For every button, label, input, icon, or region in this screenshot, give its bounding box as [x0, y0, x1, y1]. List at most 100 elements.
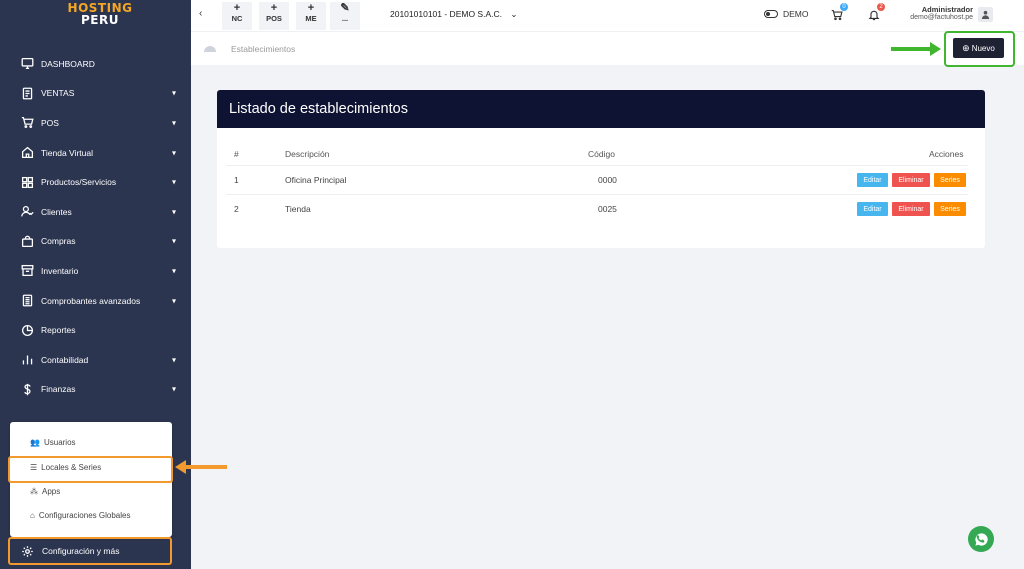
table-divider: [226, 194, 968, 195]
submenu-item-label: Apps: [42, 487, 61, 496]
edit-button[interactable]: Editar: [857, 202, 888, 216]
chevron-down-icon: ▾: [171, 207, 176, 217]
submenu-item-label: Configuraciones Globales: [38, 511, 131, 520]
orange-arrow-icon: [175, 460, 227, 474]
sidebar-item-configuracion[interactable]: Configuración y más: [8, 537, 172, 565]
chevron-down-icon: ⌄: [510, 9, 518, 19]
submenu-item-usuarios[interactable]: 👥 Usuarios: [30, 438, 76, 447]
delete-button[interactable]: Eliminar: [892, 173, 930, 187]
chevron-down-icon: ▾: [171, 88, 176, 98]
bag-icon: [20, 234, 34, 248]
sidebar-item-label: POS: [41, 117, 59, 128]
cell-code: 0000: [598, 175, 617, 185]
users-icon: 👥: [30, 438, 40, 447]
sidebar-item-label: VENTAS: [41, 88, 75, 99]
quick-button-label: NC: [231, 14, 243, 23]
quick-me-button[interactable]: + ME: [296, 2, 326, 30]
sidebar-item-dashboard[interactable]: DASHBOARD: [0, 49, 191, 79]
whatsapp-icon: [974, 532, 988, 546]
whatsapp-button[interactable]: [968, 526, 994, 552]
sidebar-item-finanzas[interactable]: Finanzas ▾: [0, 375, 191, 405]
pencil-icon: ✎: [340, 2, 350, 14]
document-icon: [20, 86, 34, 100]
top-bar: ‹ + NC + POS + ME ✎ ... 20101010101 - DE…: [191, 0, 1024, 31]
company-select[interactable]: 20101010101 - DEMO S.A.C. ⌄: [390, 9, 517, 20]
delete-button[interactable]: Eliminar: [892, 202, 930, 216]
cell-description: Tienda: [285, 204, 311, 214]
sidebar: HOSTING PERU DASHBOARD VENTAS ▾ POS ▾ Ti…: [0, 0, 191, 569]
grid-icon: [20, 175, 34, 189]
cell-num: 2: [234, 204, 239, 214]
cart-icon: [831, 9, 843, 21]
breadcrumb-current: Establecimientos: [231, 44, 296, 54]
series-button[interactable]: Series: [934, 173, 966, 187]
column-header-actions: Acciones: [929, 149, 964, 159]
quick-button-label: ME: [305, 14, 317, 23]
bell-icon: [868, 10, 880, 21]
new-button[interactable]: ⊕ Nuevo: [953, 38, 1004, 58]
user-info[interactable]: Administrador demo@factuhost.pe: [898, 5, 973, 21]
dashboard-gauge-icon: [204, 46, 216, 52]
toggle-icon: [764, 10, 778, 18]
demo-label: DEMO: [783, 9, 809, 19]
submenu-item-label: Usuarios: [43, 438, 76, 447]
archive-icon: [20, 264, 34, 278]
user-icon: [20, 205, 34, 219]
cell-description: Oficina Principal: [285, 175, 347, 185]
dollar-icon: [20, 382, 34, 396]
plus-icon: +: [307, 2, 315, 14]
chevron-down-icon: ▾: [171, 148, 176, 158]
card-header: Listado de establecimientos: [217, 90, 985, 128]
column-header-code: Código: [588, 149, 615, 159]
sidebar-item-label: Comprobantes avanzados: [41, 295, 141, 306]
sidebar-item-label: Finanzas: [41, 384, 76, 395]
sidebar-item-ventas[interactable]: VENTAS ▾: [0, 79, 191, 109]
sidebar-item-contabilidad[interactable]: Contabilidad ▾: [0, 345, 191, 375]
new-button-label: Nuevo: [971, 43, 995, 53]
establishments-card: Listado de establecimientos: [217, 90, 985, 248]
table-divider: [226, 165, 968, 166]
sidebar-item-inventario[interactable]: Inventario ▾: [0, 256, 191, 286]
submenu-item-configuraciones-globales[interactable]: ⌂ Configuraciones Globales: [30, 511, 130, 520]
chevron-down-icon: ▾: [171, 118, 176, 128]
column-header-num: #: [234, 149, 239, 159]
sidebar-item-label: DASHBOARD: [41, 58, 95, 69]
quick-button-label: POS: [266, 14, 282, 23]
chevron-down-icon: ▾: [171, 296, 176, 306]
quick-pos-button[interactable]: + POS: [259, 2, 289, 30]
sidebar-item-label: Tienda Virtual: [41, 147, 93, 158]
demo-toggle[interactable]: DEMO: [764, 9, 809, 19]
avatar[interactable]: [978, 7, 993, 22]
apps-icon: ⁂: [30, 487, 38, 496]
user-icon: [981, 10, 990, 19]
cart-button[interactable]: 0: [831, 3, 848, 26]
sidebar-item-pos[interactable]: POS ▾: [0, 108, 191, 138]
quick-nc-button[interactable]: + NC: [222, 2, 252, 30]
sidebar-item-clientes[interactable]: Clientes ▾: [0, 197, 191, 227]
sidebar-item-label: Clientes: [41, 206, 72, 217]
sidebar-item-productos[interactable]: Productos/Servicios ▾: [0, 167, 191, 197]
submenu-item-apps[interactable]: ⁂ Apps: [30, 487, 60, 496]
green-arrow-icon: [891, 42, 941, 56]
highlight-box-locales-series: [8, 456, 173, 483]
sidebar-item-reportes[interactable]: Reportes: [0, 315, 191, 345]
plus-icon: +: [270, 2, 278, 14]
chevron-left-icon[interactable]: ‹: [199, 8, 202, 19]
edit-button[interactable]: Editar: [857, 173, 888, 187]
monitor-icon: [20, 57, 34, 71]
cell-num: 1: [234, 175, 239, 185]
sidebar-item-compras[interactable]: Compras ▾: [0, 227, 191, 257]
home-icon: [20, 146, 34, 160]
notifications-button[interactable]: 2: [868, 3, 885, 26]
sidebar-item-label: Contabilidad: [41, 354, 89, 365]
logo[interactable]: HOSTING PERU: [60, 2, 140, 26]
series-button[interactable]: Series: [934, 202, 966, 216]
quick-edit-button[interactable]: ✎ ...: [330, 2, 360, 30]
sidebar-item-tienda-virtual[interactable]: Tienda Virtual ▾: [0, 138, 191, 168]
sidebar-item-comprobantes-avanzados[interactable]: Comprobantes avanzados ▾: [0, 286, 191, 316]
chevron-down-icon: ▾: [171, 266, 176, 276]
cart-icon: [20, 116, 34, 130]
sidebar-item-label: Inventario: [41, 265, 79, 276]
sidebar-item-label: Reportes: [41, 325, 76, 336]
card-title: Listado de establecimientos: [229, 101, 408, 117]
